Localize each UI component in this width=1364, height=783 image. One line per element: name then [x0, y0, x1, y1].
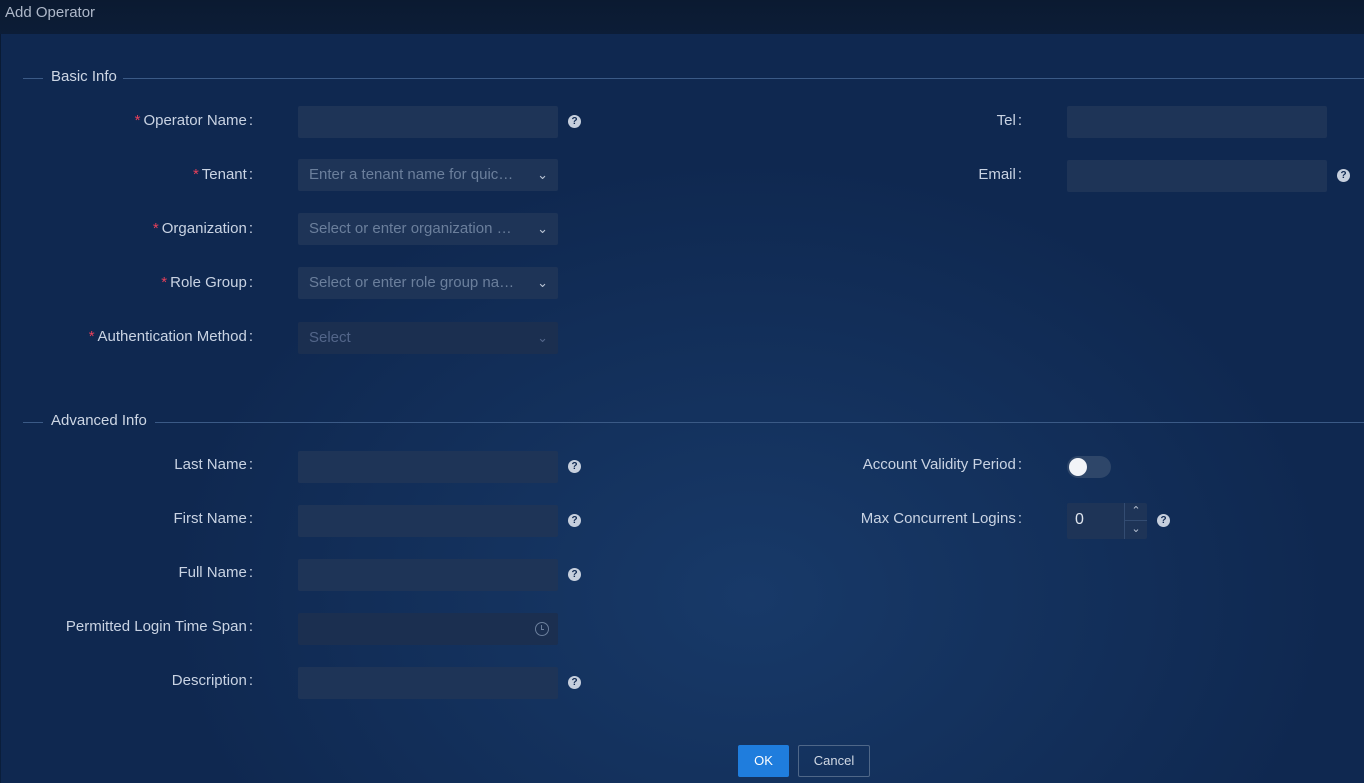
last-name-label: Last Name:: [174, 456, 253, 473]
chevron-up-icon[interactable]: ⌃: [1125, 503, 1147, 521]
full-name-label: Full Name:: [178, 564, 253, 581]
advanced-info-header: Advanced Info: [23, 412, 1364, 432]
help-icon[interactable]: ?: [1157, 514, 1170, 527]
chevron-down-icon: ⌄: [537, 330, 548, 345]
dialog-title: Add Operator: [5, 4, 96, 21]
description-label: Description:: [171, 672, 253, 689]
max-logins-stepper[interactable]: 0 ⌃ ⌄: [1067, 503, 1147, 539]
role-group-select[interactable]: Select or enter role group name ⌄: [298, 267, 558, 299]
email-input[interactable]: [1067, 160, 1327, 192]
last-name-input[interactable]: [298, 451, 558, 483]
help-icon[interactable]: ?: [568, 460, 581, 473]
tenant-select[interactable]: Enter a tenant name for quick search ⌄: [298, 159, 558, 191]
login-time-span-picker[interactable]: [298, 613, 558, 645]
description-input[interactable]: [298, 667, 558, 699]
help-icon[interactable]: ?: [568, 514, 581, 527]
first-name-input[interactable]: [298, 505, 558, 537]
tel-input[interactable]: [1067, 106, 1327, 138]
tel-label: Tel:: [996, 112, 1022, 129]
help-icon[interactable]: ?: [1337, 169, 1350, 182]
section-divider: [23, 422, 43, 423]
toggle-knob: [1069, 458, 1087, 476]
advanced-info-title: Advanced Info: [51, 412, 147, 429]
tenant-label: * Tenant:: [192, 166, 253, 183]
login-time-span-label: Permitted Login Time Span:: [65, 618, 253, 635]
account-validity-label: Account Validity Period:: [862, 456, 1022, 473]
chevron-down-icon: ⌄: [537, 167, 548, 182]
email-label: Email:: [978, 166, 1022, 183]
ok-button[interactable]: OK: [738, 745, 789, 777]
clock-icon: [535, 622, 549, 636]
chevron-down-icon: ⌄: [537, 275, 548, 290]
max-logins-value: 0: [1075, 511, 1084, 528]
stepper-controls: ⌃ ⌄: [1124, 503, 1147, 539]
dialog-body: Basic Info * Operator Name: ? * Tenant: En…: [1, 34, 1364, 783]
operator-name-input[interactable]: [298, 106, 558, 138]
required-mark: *: [192, 166, 199, 183]
required-mark: *: [134, 112, 141, 129]
help-icon[interactable]: ?: [568, 676, 581, 689]
first-name-label: First Name:: [173, 510, 253, 527]
full-name-input[interactable]: [298, 559, 558, 591]
help-icon[interactable]: ?: [568, 568, 581, 581]
max-logins-label: Max Concurrent Logins:: [860, 510, 1022, 527]
organization-select[interactable]: Select or enter organization name ⌄: [298, 213, 558, 245]
section-divider: [123, 78, 1364, 79]
required-mark: *: [161, 274, 168, 291]
required-mark: *: [152, 220, 159, 237]
dialog-titlebar: Add Operator: [0, 0, 1364, 34]
role-group-label: * Role Group:: [161, 274, 253, 291]
cancel-button[interactable]: Cancel: [798, 745, 870, 777]
auth-method-select[interactable]: Select ⌄: [298, 322, 558, 354]
basic-info-header: Basic Info: [23, 68, 1364, 88]
auth-method-label: * Authentication Method:: [88, 328, 253, 345]
operator-name-label: * Operator Name:: [134, 112, 253, 129]
account-validity-toggle[interactable]: [1067, 456, 1111, 478]
section-divider: [23, 78, 43, 79]
section-divider: [155, 422, 1364, 423]
help-icon[interactable]: ?: [568, 115, 581, 128]
chevron-down-icon[interactable]: ⌄: [1125, 521, 1147, 538]
organization-label: * Organization:: [152, 220, 253, 237]
basic-info-title: Basic Info: [51, 68, 117, 85]
chevron-down-icon: ⌄: [537, 221, 548, 236]
required-mark: *: [88, 328, 95, 345]
